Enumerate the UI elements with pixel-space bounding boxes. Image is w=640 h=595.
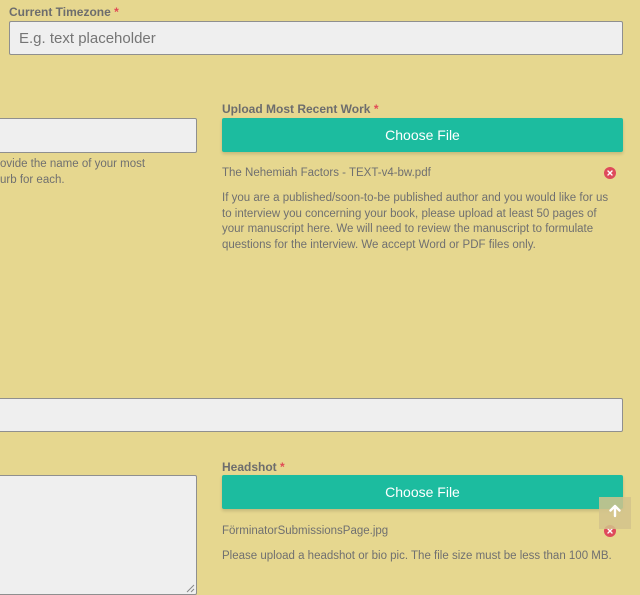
left-textarea[interactable] [0,475,197,595]
left-helper-line-2: urb for each. [0,173,65,186]
upload-work-button-label: Choose File [385,127,460,143]
scroll-to-top-button[interactable] [599,497,631,529]
timezone-input[interactable] [9,21,623,55]
upload-work-file-name: The Nehemiah Factors - TEXT-v4-bw.pdf [222,167,431,179]
timezone-label: Current Timezone * [9,5,119,19]
upload-work-remove-file-icon[interactable] [604,167,616,179]
wide-text-input[interactable] [0,398,623,432]
timezone-label-text: Current Timezone [9,5,111,19]
headshot-help-text: Please upload a headshot or bio pic. The… [222,550,612,562]
headshot-file-name: FörminatorSubmissionsPage.jpg [222,525,389,537]
upload-work-help-line: questions for the interview. We accept W… [222,238,536,251]
arrow-up-icon [608,504,622,523]
headshot-button-label: Choose File [385,484,460,500]
upload-work-choose-file-button[interactable]: Choose File [222,118,623,152]
upload-work-label: Upload Most Recent Work * [222,102,378,116]
left-text-input[interactable] [0,118,197,153]
headshot-label-text: Headshot [222,460,277,474]
resize-grip-icon[interactable] [186,584,195,593]
headshot-label: Headshot * [222,460,285,474]
required-mark: * [114,5,119,19]
left-helper-line-1: ovide the name of your most [0,158,146,170]
headshot-choose-file-button[interactable]: Choose File [222,475,623,509]
upload-work-help-line: to interview you concerning your book, p… [222,207,597,220]
upload-work-help-text: If you are a published/soon-to-be publis… [222,191,632,253]
left-helper-text: ovide the name of your most urb for each… [0,157,200,188]
required-mark: * [373,102,379,116]
required-mark: * [280,460,285,474]
upload-work-label-text: Upload Most Recent Work [222,102,371,116]
upload-work-help-line: your manuscript here. We will need to re… [222,223,594,235]
upload-work-help-line: If you are a published/soon-to-be publis… [222,192,609,204]
